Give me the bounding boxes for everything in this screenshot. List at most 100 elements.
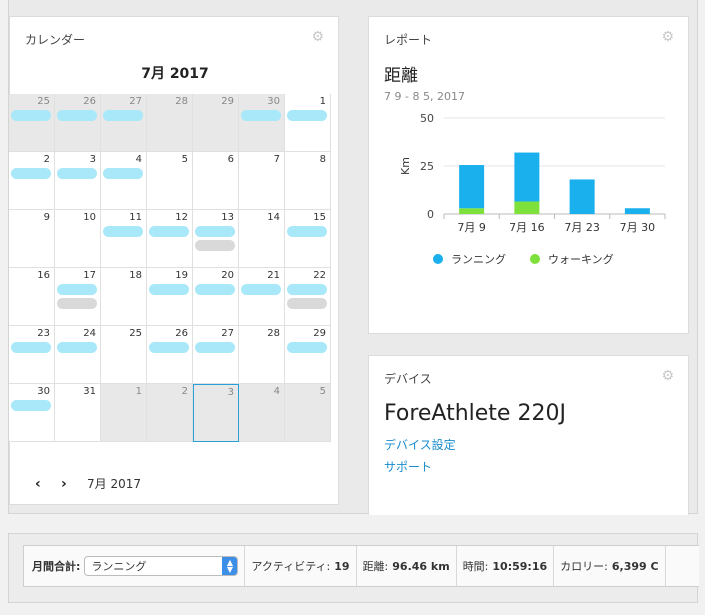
day-number: 15 — [313, 212, 326, 223]
calendar-day[interactable]: 22 — [285, 268, 331, 326]
calendar-day[interactable]: 24 — [55, 326, 101, 384]
day-number: 5 — [319, 386, 326, 397]
calendar-day[interactable]: 11 — [101, 210, 147, 268]
calendar-day[interactable]: 12 — [147, 210, 193, 268]
calendar-day[interactable]: 25 — [9, 94, 55, 152]
calendar-day[interactable]: 30 — [239, 94, 285, 152]
calendar-day[interactable]: 5 — [285, 384, 331, 442]
bar-running — [514, 152, 540, 202]
bar-running — [569, 179, 595, 214]
calendar-day[interactable]: 13 — [193, 210, 239, 268]
day-number: 2 — [43, 154, 50, 165]
legend-label: ウォーキング — [548, 253, 614, 266]
calendar-day[interactable]: 30 — [9, 384, 55, 442]
day-number: 13 — [221, 212, 234, 223]
calendar-day[interactable]: 1 — [101, 384, 147, 442]
calendar-day[interactable]: 15 — [285, 210, 331, 268]
running-activity-marker[interactable] — [287, 110, 327, 121]
walking-activity-marker[interactable] — [57, 298, 97, 309]
day-number: 21 — [267, 270, 280, 281]
running-activity-marker[interactable] — [149, 284, 189, 295]
running-activity-marker[interactable] — [195, 342, 235, 353]
calendar-day[interactable]: 16 — [9, 268, 55, 326]
activity-type-select[interactable]: ランニング ▲ ▼ — [84, 556, 239, 576]
calendar-day[interactable]: 4 — [101, 152, 147, 210]
gear-icon[interactable]: ⚙ — [661, 368, 674, 384]
day-number: 19 — [175, 270, 188, 281]
calendar-day[interactable]: 4 — [239, 384, 285, 442]
calendar-day[interactable]: 23 — [9, 326, 55, 384]
chevron-left-icon[interactable]: ‹ — [35, 476, 61, 492]
running-activity-marker[interactable] — [103, 168, 143, 179]
day-number: 8 — [319, 154, 326, 165]
day-number: 9 — [43, 212, 50, 223]
calendar-day[interactable]: 28 — [239, 326, 285, 384]
calendar-day[interactable]: 31 — [55, 384, 101, 442]
running-activity-marker[interactable] — [11, 168, 51, 179]
walking-activity-marker[interactable] — [287, 298, 327, 309]
day-number: 22 — [313, 270, 326, 281]
day-number: 17 — [83, 270, 96, 281]
calendar-day[interactable]: 20 — [193, 268, 239, 326]
calendar-day[interactable]: 26 — [55, 94, 101, 152]
running-activity-marker[interactable] — [11, 400, 51, 411]
chevron-updown-icon: ▲ ▼ — [222, 557, 238, 575]
running-activity-marker[interactable] — [57, 110, 97, 121]
x-tick-label: 7月 9 — [457, 221, 486, 234]
calendar-day[interactable]: 28 — [147, 94, 193, 152]
day-number: 2 — [181, 386, 188, 397]
running-activity-marker[interactable] — [241, 110, 281, 121]
running-activity-marker[interactable] — [57, 284, 97, 295]
calendar-day[interactable]: 26 — [147, 326, 193, 384]
x-tick-label: 7月 30 — [620, 221, 656, 234]
calendar-day[interactable]: 27 — [193, 326, 239, 384]
calendar-month-label: 7月 2017 — [141, 66, 209, 82]
calendar-day[interactable]: 6 — [193, 152, 239, 210]
walking-activity-marker[interactable] — [195, 240, 235, 251]
calendar-day[interactable]: 9 — [9, 210, 55, 268]
support-link[interactable]: サポート — [384, 458, 432, 475]
calendar-day[interactable]: 7 — [239, 152, 285, 210]
day-number: 4 — [273, 386, 280, 397]
calendar-day[interactable]: 29 — [193, 94, 239, 152]
running-activity-marker[interactable] — [103, 110, 143, 121]
calendar-day[interactable]: 10 — [55, 210, 101, 268]
running-activity-marker[interactable] — [11, 342, 51, 353]
running-activity-marker[interactable] — [287, 226, 327, 237]
calendar-day[interactable]: 1 — [285, 94, 331, 152]
summary-select-group: 月間合計: ランニング ▲ ▼ — [24, 546, 246, 586]
running-activity-marker[interactable] — [241, 284, 281, 295]
running-activity-marker[interactable] — [149, 342, 189, 353]
calendar-day[interactable]: 14 — [239, 210, 285, 268]
legend-swatch — [530, 254, 540, 264]
running-activity-marker[interactable] — [11, 110, 51, 121]
calendar-day[interactable]: 29 — [285, 326, 331, 384]
running-activity-marker[interactable] — [287, 284, 327, 295]
calendar-day[interactable]: 8 — [285, 152, 331, 210]
calendar-day[interactable]: 3 — [193, 384, 239, 442]
running-activity-marker[interactable] — [149, 226, 189, 237]
calendar-day[interactable]: 5 — [147, 152, 193, 210]
calendar-day[interactable]: 17 — [55, 268, 101, 326]
calendar-day[interactable]: 21 — [239, 268, 285, 326]
running-activity-marker[interactable] — [287, 342, 327, 353]
calendar-day[interactable]: 2 — [9, 152, 55, 210]
running-activity-marker[interactable] — [195, 284, 235, 295]
calendar-day[interactable]: 19 — [147, 268, 193, 326]
calendar-day[interactable]: 3 — [55, 152, 101, 210]
calendar-day[interactable]: 18 — [101, 268, 147, 326]
running-activity-marker[interactable] — [57, 342, 97, 353]
bar-walking — [459, 208, 485, 214]
day-number: 3 — [227, 387, 234, 398]
running-activity-marker[interactable] — [195, 226, 235, 237]
running-activity-marker[interactable] — [103, 226, 143, 237]
calendar-day[interactable]: 25 — [101, 326, 147, 384]
calendar-day[interactable]: 27 — [101, 94, 147, 152]
report-panel: レポート ⚙ 距離 7 9 - 8 5, 2017 0 25 50 Km 7月 9 7月 … — [368, 16, 689, 334]
running-activity-marker[interactable] — [57, 168, 97, 179]
chevron-right-icon[interactable]: › — [61, 476, 87, 492]
device-settings-link[interactable]: デバイス設定 — [384, 436, 456, 453]
gear-icon[interactable]: ⚙ — [311, 29, 324, 45]
calendar-nav: ‹ › 7月 2017 — [35, 475, 141, 492]
calendar-day[interactable]: 2 — [147, 384, 193, 442]
